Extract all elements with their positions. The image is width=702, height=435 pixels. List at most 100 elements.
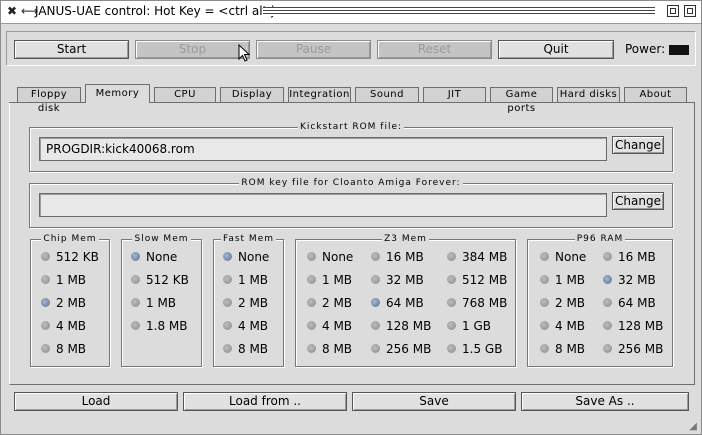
chip-mem-option[interactable]: 8 MB: [41, 341, 86, 357]
radio-button-icon[interactable]: [540, 252, 549, 261]
fast-mem-option[interactable]: 8 MB: [223, 341, 268, 357]
z3-mem-option[interactable]: 1 GB: [447, 318, 491, 334]
z3-mem-option[interactable]: 1 MB: [307, 272, 352, 288]
romkey-path-field[interactable]: [39, 193, 607, 217]
radio-button-icon[interactable]: [371, 275, 380, 284]
tab-game-ports[interactable]: Game ports: [490, 87, 553, 114]
p96-ram-option[interactable]: 8 MB: [540, 341, 585, 357]
radio-button-icon[interactable]: [371, 252, 380, 261]
radio-button-icon[interactable]: [603, 344, 612, 353]
close-icon[interactable]: ✖: [7, 3, 17, 19]
depth-button[interactable]: [684, 5, 696, 17]
p96-ram-option[interactable]: 32 MB: [603, 272, 656, 288]
fast-mem-option[interactable]: 1 MB: [223, 272, 268, 288]
radio-button-icon[interactable]: [307, 321, 316, 330]
radio-button-icon[interactable]: [540, 275, 549, 284]
radio-button-icon[interactable]: [41, 252, 50, 261]
radio-button-icon[interactable]: [540, 344, 549, 353]
p96-ram-option[interactable]: 16 MB: [603, 249, 656, 265]
z3-mem-option[interactable]: 256 MB: [371, 341, 431, 357]
kickstart-change-button[interactable]: Change: [612, 136, 664, 154]
tab-display[interactable]: Display: [220, 87, 284, 102]
z3-mem-option[interactable]: 512 MB: [447, 272, 507, 288]
tab-floppy-disk[interactable]: Floppy disk: [17, 87, 81, 114]
z3-mem-option[interactable]: 8 MB: [307, 341, 352, 357]
radio-button-icon[interactable]: [540, 298, 549, 307]
radio-button-icon[interactable]: [307, 275, 316, 284]
reset-button[interactable]: Reset: [377, 40, 492, 59]
radio-button-icon[interactable]: [371, 344, 380, 353]
radio-button-icon[interactable]: [447, 344, 456, 353]
p96-ram-option[interactable]: None: [540, 249, 586, 265]
radio-button-icon[interactable]: [371, 321, 380, 330]
pause-button[interactable]: Pause: [256, 40, 371, 59]
radio-button-icon[interactable]: [307, 344, 316, 353]
chip-mem-option[interactable]: 4 MB: [41, 318, 86, 334]
z3-mem-option[interactable]: 4 MB: [307, 318, 352, 334]
save-button[interactable]: Save: [352, 392, 516, 411]
p96-ram-option[interactable]: 2 MB: [540, 295, 585, 311]
radio-button-icon[interactable]: [603, 275, 612, 284]
p96-ram-option[interactable]: 256 MB: [603, 341, 663, 357]
z3-mem-option[interactable]: 384 MB: [447, 249, 507, 265]
radio-button-icon[interactable]: [540, 321, 549, 330]
radio-button-icon[interactable]: [371, 298, 380, 307]
chip-mem-option[interactable]: 2 MB: [41, 295, 86, 311]
radio-button-icon[interactable]: [447, 275, 456, 284]
z3-mem-option[interactable]: 16 MB: [371, 249, 424, 265]
tab-memory[interactable]: Memory: [85, 84, 150, 103]
chip-mem-option[interactable]: 1 MB: [41, 272, 86, 288]
fast-mem-option[interactable]: 4 MB: [223, 318, 268, 334]
slow-mem-option[interactable]: 1.8 MB: [131, 318, 187, 334]
tab-cpu[interactable]: CPU: [154, 87, 216, 102]
tab-integration[interactable]: Integration: [288, 87, 351, 102]
z3-mem-option[interactable]: 1.5 GB: [447, 341, 502, 357]
radio-button-icon[interactable]: [447, 298, 456, 307]
slow-mem-option[interactable]: 1 MB: [131, 295, 176, 311]
z3-mem-option[interactable]: None: [307, 249, 353, 265]
radio-button-icon[interactable]: [603, 321, 612, 330]
radio-button-icon[interactable]: [603, 252, 612, 261]
radio-button-icon[interactable]: [447, 321, 456, 330]
p96-ram-option[interactable]: 1 MB: [540, 272, 585, 288]
radio-button-icon[interactable]: [41, 275, 50, 284]
p96-ram-option[interactable]: 128 MB: [603, 318, 663, 334]
romkey-change-button[interactable]: Change: [612, 192, 664, 210]
radio-button-icon[interactable]: [223, 275, 232, 284]
tab-jit[interactable]: JIT: [423, 87, 486, 102]
radio-button-icon[interactable]: [307, 298, 316, 307]
start-button[interactable]: Start: [14, 40, 129, 59]
stop-button[interactable]: Stop: [135, 40, 250, 59]
tab-sound[interactable]: Sound: [355, 87, 419, 102]
radio-button-icon[interactable]: [603, 298, 612, 307]
tab-about[interactable]: About: [624, 87, 687, 102]
p96-ram-option[interactable]: 64 MB: [603, 295, 656, 311]
slow-mem-option[interactable]: 512 KB: [131, 272, 189, 288]
radio-button-icon[interactable]: [131, 298, 140, 307]
radio-button-icon[interactable]: [223, 321, 232, 330]
radio-button-icon[interactable]: [307, 252, 316, 261]
radio-button-icon[interactable]: [447, 252, 456, 261]
load-from-button[interactable]: Load from ..: [183, 392, 347, 411]
load-button[interactable]: Load: [14, 392, 178, 411]
radio-button-icon[interactable]: [223, 344, 232, 353]
z3-mem-option[interactable]: 64 MB: [371, 295, 424, 311]
radio-button-icon[interactable]: [41, 298, 50, 307]
quit-button[interactable]: Quit: [498, 40, 614, 59]
radio-button-icon[interactable]: [131, 252, 140, 261]
fast-mem-option[interactable]: 2 MB: [223, 295, 268, 311]
radio-button-icon[interactable]: [131, 275, 140, 284]
z3-mem-option[interactable]: 2 MB: [307, 295, 352, 311]
radio-button-icon[interactable]: [223, 252, 232, 261]
kickstart-path-field[interactable]: PROGDIR:kick40068.rom: [39, 137, 607, 161]
z3-mem-option[interactable]: 128 MB: [371, 318, 431, 334]
z3-mem-option[interactable]: 32 MB: [371, 272, 424, 288]
radio-button-icon[interactable]: [41, 321, 50, 330]
p96-ram-option[interactable]: 4 MB: [540, 318, 585, 334]
radio-button-icon[interactable]: [223, 298, 232, 307]
title-bar[interactable]: ✖ ⟷ JANUS-UAE control: Hot Key = <ctrl a…: [1, 1, 701, 24]
save-as-button[interactable]: Save As ..: [521, 392, 689, 411]
zoom-button[interactable]: [667, 5, 679, 17]
radio-button-icon[interactable]: [41, 344, 50, 353]
slow-mem-option[interactable]: None: [131, 249, 177, 265]
